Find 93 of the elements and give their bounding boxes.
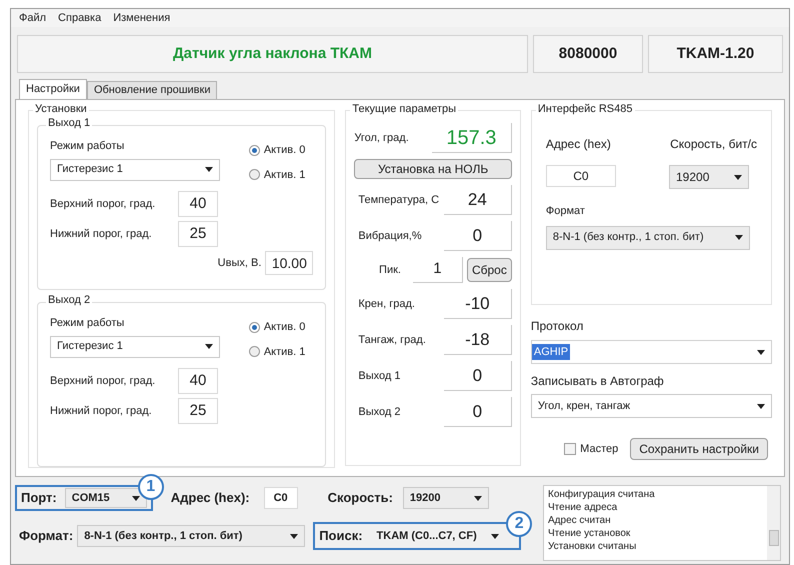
field-label: Нижний порог, град. bbox=[50, 404, 153, 419]
field-label: Записывать в Автограф bbox=[530, 373, 665, 390]
radio-label: Актив. 1 bbox=[264, 168, 306, 182]
port-dropdown[interactable]: COM15 bbox=[64, 488, 147, 508]
reading-label: Выход 1 bbox=[358, 368, 400, 384]
dropdown-caret-icon bbox=[205, 167, 213, 172]
mode-dropdown[interactable]: Гистерезис 1 bbox=[50, 336, 220, 358]
dropdown-caret-icon bbox=[734, 174, 742, 180]
reading-label: Тангаж, град. bbox=[358, 332, 426, 348]
speed-dropdown[interactable]: 19200 bbox=[402, 487, 489, 509]
log-entry: Чтение установок bbox=[548, 527, 632, 540]
radio-button[interactable] bbox=[248, 346, 260, 358]
dropdown-caret-icon bbox=[757, 404, 765, 408]
reading-label: Выход 2 bbox=[358, 404, 400, 420]
checkbox[interactable] bbox=[564, 443, 576, 455]
reading-value: 0 bbox=[444, 221, 512, 251]
serial-number: 8080000 bbox=[533, 35, 643, 73]
radio-label: Актив. 0 bbox=[264, 143, 306, 158]
log-entry: Установки считаны bbox=[548, 540, 638, 553]
field-label: Формат bbox=[546, 204, 586, 219]
menu-item[interactable]: Изменения bbox=[113, 10, 170, 26]
value-field[interactable]: 40 bbox=[178, 368, 218, 394]
mode-dropdown[interactable]: Гистерезис 1 bbox=[50, 158, 220, 180]
field-label: Режим работы bbox=[50, 316, 126, 331]
version-label: TKAM-1.20 bbox=[648, 35, 783, 73]
value-field[interactable]: 25 bbox=[178, 221, 218, 247]
format-dropdown[interactable]: 8-N-1 (без контр., 1 стоп. бит) bbox=[546, 226, 750, 250]
protocol-dropdown[interactable]: AGHIP bbox=[530, 340, 772, 364]
tab[interactable]: Настройки bbox=[19, 79, 87, 99]
tab[interactable]: Обновление прошивки bbox=[86, 81, 218, 99]
radio-button[interactable] bbox=[248, 169, 260, 180]
reading-value: 0 bbox=[444, 361, 512, 391]
radio-button[interactable] bbox=[248, 144, 260, 156]
dropdown-caret-icon bbox=[491, 534, 500, 538]
group-title: Текущие параметры bbox=[350, 104, 458, 115]
search-label: Поиск: bbox=[319, 527, 363, 546]
value-field[interactable]: C0 bbox=[546, 165, 616, 187]
search-dropdown[interactable]: TKAM (C0...C7, CF) bbox=[370, 526, 506, 546]
field-label: Верхний порог, град. bbox=[50, 196, 156, 212]
checkbox-label: Мастер bbox=[580, 442, 618, 457]
field-label: Нижний порог, град. bbox=[50, 226, 153, 242]
group-title: Установки bbox=[33, 104, 89, 115]
reading-label: Пик. bbox=[379, 262, 401, 278]
dropdown-caret-icon bbox=[205, 344, 213, 349]
speed-dropdown[interactable]: 19200 bbox=[669, 165, 749, 189]
speed-label: Скорость: bbox=[328, 489, 393, 508]
group-title: Выход 2 bbox=[46, 295, 92, 306]
log-entry: Адрес считан bbox=[548, 514, 612, 527]
dropdown-caret-icon bbox=[132, 496, 140, 500]
reading-label: Крен, град. bbox=[358, 296, 415, 312]
reading-value: -18 bbox=[444, 325, 512, 355]
title-panel: Датчик угла наклона ТКАМ bbox=[17, 35, 528, 73]
format-label: Формат: bbox=[19, 527, 74, 546]
field-label: Uвых, В. bbox=[218, 256, 262, 271]
reading-label: Температура, С bbox=[358, 192, 440, 208]
reset-button[interactable]: Сброс bbox=[466, 258, 512, 282]
reading-label: Вибрация,% bbox=[358, 228, 422, 244]
radio-button[interactable] bbox=[248, 322, 260, 333]
dropdown-caret-icon bbox=[474, 496, 482, 500]
dropdown-caret-icon bbox=[757, 350, 765, 354]
value-field[interactable]: C0 bbox=[264, 487, 298, 509]
reading-value: 1 bbox=[412, 257, 463, 283]
reading-label: Угол, град. bbox=[354, 130, 409, 146]
reading-value: 24 bbox=[444, 185, 512, 215]
format-dropdown[interactable]: 8-N-1 (без контр., 1 стоп. бит) bbox=[77, 525, 306, 547]
field-label: Протокол bbox=[530, 318, 584, 335]
save-settings-button[interactable]: Сохранить настройки bbox=[630, 438, 768, 460]
group-title: Выход 1 bbox=[46, 118, 92, 129]
field-label: Скорость, бит/с bbox=[670, 136, 757, 153]
reading-value: -10 bbox=[444, 289, 512, 319]
radio-label: Актив. 0 bbox=[264, 320, 306, 335]
log-entry: Чтение адреса bbox=[548, 501, 618, 514]
reading-value: 0 bbox=[444, 397, 512, 427]
dropdown-caret-icon bbox=[734, 235, 743, 240]
address-label: Адрес (hex): bbox=[170, 489, 250, 508]
value-field[interactable]: 25 bbox=[178, 398, 218, 424]
callout-badge: 2 bbox=[506, 511, 532, 537]
dropdown-caret-icon bbox=[290, 534, 298, 538]
value-field[interactable]: 40 bbox=[178, 191, 218, 217]
radio-label: Актив. 1 bbox=[264, 344, 306, 360]
field-label: Адрес (hex) bbox=[546, 136, 612, 153]
zero-button[interactable]: Установка на НОЛЬ bbox=[354, 159, 512, 179]
value-field[interactable]: 10.00 bbox=[265, 251, 314, 275]
menu-item[interactable]: Справка bbox=[58, 10, 102, 26]
menu-item[interactable]: Файл bbox=[19, 10, 46, 26]
log-entry: Конфигурация считана bbox=[548, 488, 656, 501]
angle-value: 157.3 bbox=[432, 123, 512, 153]
field-label: Режим работы bbox=[50, 139, 126, 154]
port-label: Порт: bbox=[21, 489, 57, 508]
scrollbar[interactable] bbox=[767, 486, 780, 560]
field-label: Верхний порог, град. bbox=[50, 374, 156, 389]
autograph-dropdown[interactable]: Угол, крен, тангаж bbox=[530, 394, 772, 418]
group-title: Интерфейс RS485 bbox=[536, 104, 634, 115]
